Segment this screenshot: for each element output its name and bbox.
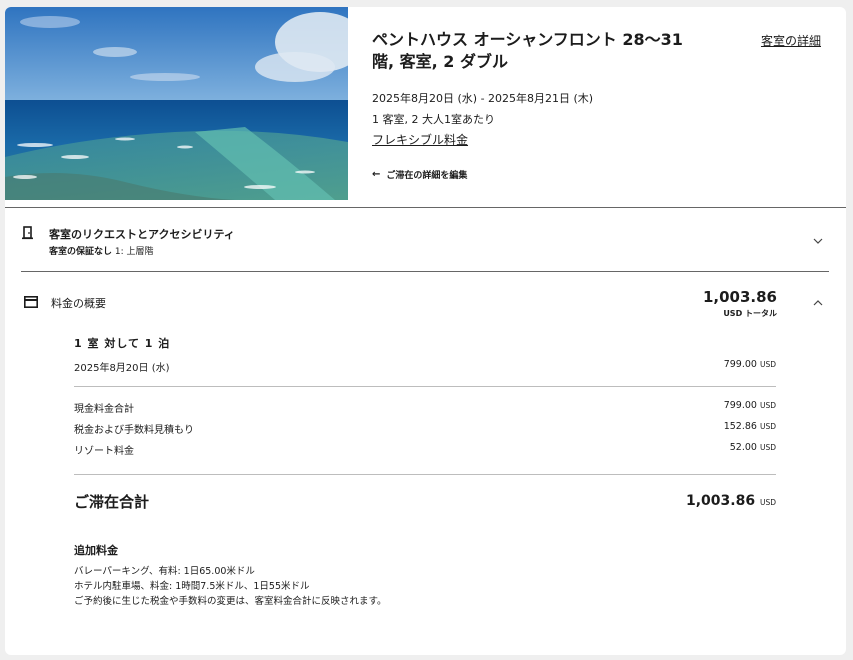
stay-dates: 2025年8月20日 (水) - 2025年8月21日 (木) bbox=[372, 92, 594, 105]
edit-stay-label: ご滞在の詳細を編集 bbox=[386, 171, 468, 181]
stay-total-label: ご滞在合計 bbox=[74, 493, 150, 511]
summary-total-unit: USD トータル bbox=[723, 309, 777, 318]
rate-type-link[interactable]: フレキシブル料金 bbox=[372, 131, 468, 148]
stay-total-amount: 1,003.86 USD bbox=[686, 493, 776, 509]
requests-summary: 客室の保証なし 1: 上層階 bbox=[49, 247, 154, 257]
requests-title: 客室のリクエストとアクセシビリティ bbox=[49, 228, 235, 241]
ocean-view-photo bbox=[5, 7, 348, 200]
extra-fee-line: ご予約後に生じた税金や手数料の変更は、客室料金合計に反映されます。 bbox=[74, 596, 387, 607]
divider bbox=[21, 271, 829, 272]
night-date: 2025年8月20日 (水) bbox=[74, 363, 170, 374]
night-amount: 799.00 bbox=[723, 359, 757, 370]
charge-line: 現金料金合計 799.00 USD bbox=[74, 400, 776, 415]
nights-heading: 1 室 対して 1 泊 bbox=[74, 337, 171, 350]
extra-fee-line: バレーパーキング、有料: 1日65.00米ドル bbox=[74, 566, 255, 577]
rate-summary-title: 料金の概要 bbox=[51, 297, 106, 310]
extra-fee-line: ホテル内駐車場、料金: 1時間7.5米ドル、1日55米ドル bbox=[74, 581, 310, 592]
charge-line: 税金および手数料見積もり 152.86 USD bbox=[74, 421, 776, 436]
door-icon bbox=[22, 226, 33, 240]
booking-summary-card: ペントハウス オーシャンフロント 28〜31階, 客室, 2 ダブル 客室の詳細… bbox=[5, 7, 846, 655]
chevron-down-icon[interactable] bbox=[811, 234, 825, 248]
divider bbox=[74, 474, 776, 475]
guest-count: 1 客室, 2 大人1室あたり bbox=[372, 113, 495, 126]
edit-stay-button[interactable]: ← ご滞在の詳細を編集 bbox=[372, 168, 467, 181]
room-requests-section[interactable]: 客室のリクエストとアクセシビリティ 客室の保証なし 1: 上層階 bbox=[5, 208, 846, 270]
night-row: 2025年8月20日 (水) 799.00 USD bbox=[74, 359, 776, 374]
charge-line: リゾート料金 52.00 USD bbox=[74, 442, 776, 457]
room-details-link[interactable]: 客室の詳細 bbox=[761, 32, 821, 49]
room-title: ペントハウス オーシャンフロント 28〜31階, 客室, 2 ダブル bbox=[372, 30, 683, 71]
wallet-icon bbox=[24, 296, 38, 308]
divider bbox=[74, 386, 776, 387]
summary-total: 1,003.86 bbox=[702, 288, 777, 306]
chevron-up-icon[interactable] bbox=[811, 296, 825, 310]
extra-fees-title: 追加料金 bbox=[74, 544, 118, 557]
arrow-left-icon: ← bbox=[372, 169, 381, 180]
